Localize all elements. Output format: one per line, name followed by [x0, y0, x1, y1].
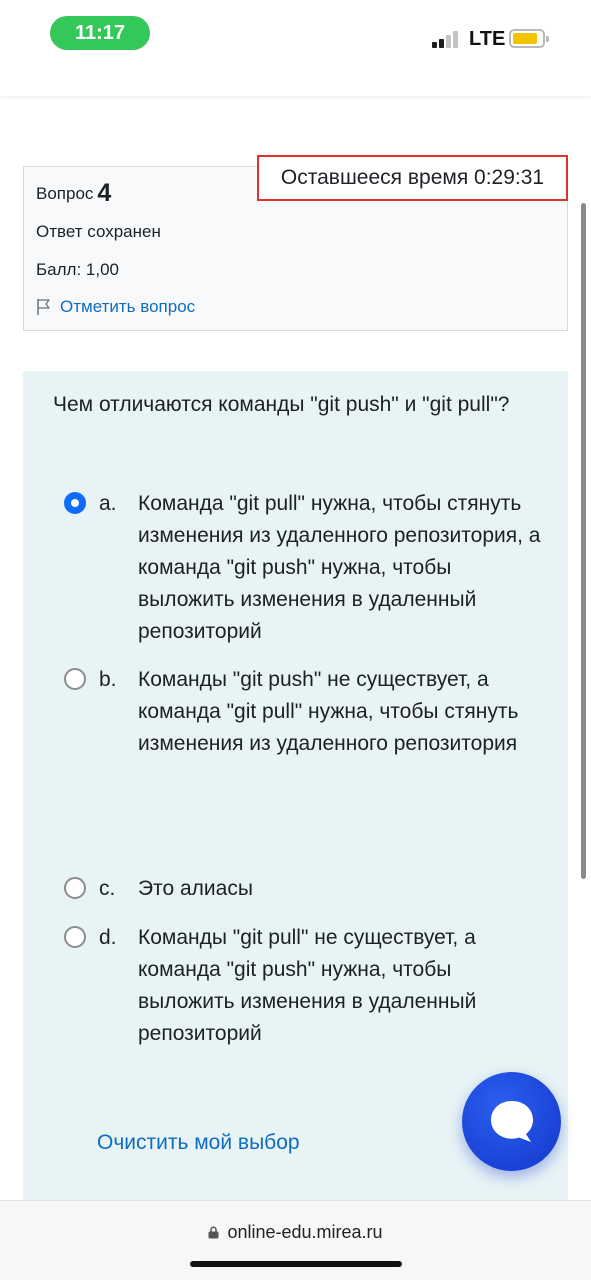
- question-state: Ответ сохранен: [36, 222, 161, 241]
- lock-icon: [208, 1226, 219, 1239]
- chat-button[interactable]: [462, 1072, 561, 1171]
- option-text: Команды "git pull" не существует, а кома…: [138, 926, 477, 1045]
- question-text: Чем отличаются команды "git push" и "git…: [53, 393, 510, 416]
- home-indicator[interactable]: [190, 1261, 402, 1267]
- browser-url-bar[interactable]: online-edu.mirea.ru: [0, 1200, 591, 1280]
- url-text: online-edu.mirea.ru: [227, 1222, 383, 1242]
- option-text: Команда "git pull" нужна, чтобы стянуть …: [138, 492, 541, 643]
- network-type: LTE: [469, 28, 506, 50]
- page-scrollbar[interactable]: [581, 203, 586, 879]
- option-text: Команды "git push" не существует, а кома…: [138, 668, 519, 755]
- question-grade: Балл: 1,00: [36, 260, 119, 279]
- radio-button-c[interactable]: [64, 877, 86, 899]
- chat-bubble-icon: [491, 1101, 533, 1142]
- radio-button-b[interactable]: [64, 668, 86, 690]
- flag-icon: [37, 299, 50, 315]
- status-bar: 11:17 LTE: [0, 0, 591, 96]
- question-content: Чем отличаются команды "git push" и "git…: [23, 371, 568, 1200]
- clear-choice-link[interactable]: Очистить мой выбор: [97, 1131, 300, 1155]
- option-text: Это алиасы: [138, 877, 253, 900]
- status-time: 11:17: [50, 16, 150, 50]
- question-number-label: Вопрос 4: [36, 179, 112, 207]
- battery-icon: [509, 29, 549, 48]
- flag-question-label: Отметить вопрос: [60, 297, 196, 316]
- question-number: 4: [97, 179, 112, 207]
- quiz-timer: Оставшееся время 0:29:31: [257, 155, 568, 201]
- url-display[interactable]: online-edu.mirea.ru: [0, 1222, 591, 1243]
- option-letter: a.: [99, 492, 117, 515]
- option-letter: b.: [99, 668, 117, 691]
- cellular-signal-icon: [432, 31, 462, 48]
- radio-button-d[interactable]: [64, 926, 86, 948]
- option-letter: d.: [99, 926, 117, 949]
- flag-question-link[interactable]: Отметить вопрос: [36, 297, 195, 317]
- option-letter: c.: [99, 877, 116, 900]
- radio-button-a[interactable]: [64, 492, 86, 514]
